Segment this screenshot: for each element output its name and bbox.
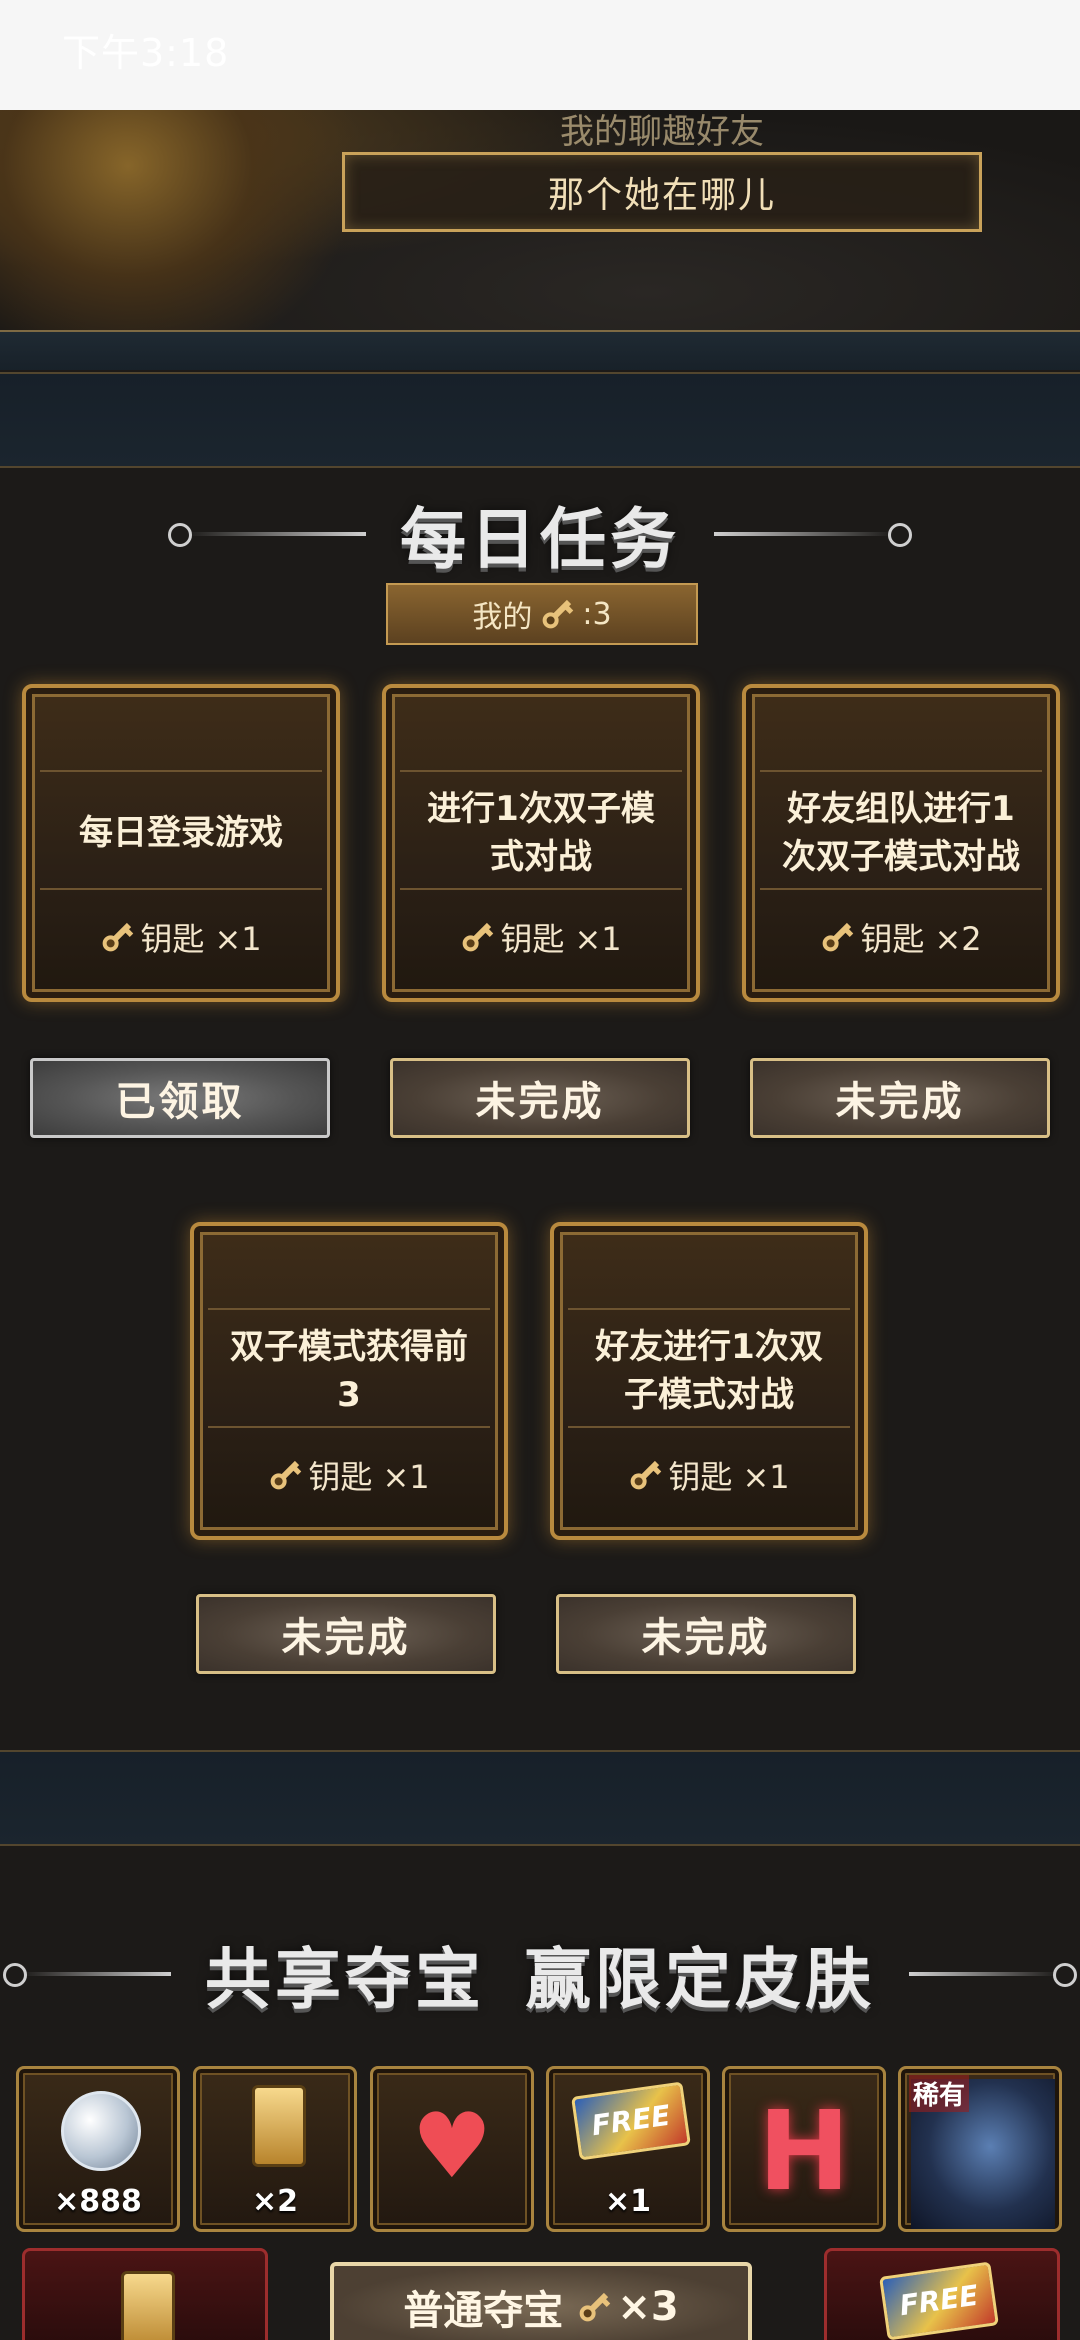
key-icon	[261, 1451, 309, 1499]
daily-title-row: 每日任务	[0, 486, 1080, 582]
task-claimed-button[interactable]: 已领取	[30, 1058, 330, 1138]
my-keys-label: 我的	[472, 600, 533, 635]
normal-treasure-cost: ×3	[617, 2284, 679, 2330]
normal-treasure-label: 普通夺宝	[403, 2288, 564, 2334]
rare-badge: 稀有	[909, 2075, 970, 2112]
prize-slot: ♥	[370, 2066, 534, 2232]
task-reward: 钥匙 ×1	[400, 888, 682, 984]
task-card: 好友组队进行1次双子模式对战 钥匙 ×2	[742, 684, 1060, 1002]
task-incomplete-button[interactable]: 未完成	[556, 1594, 856, 1674]
daily-task-title: 每日任务	[400, 501, 680, 578]
prize-slot: 稀有	[898, 2066, 1062, 2232]
task-reward: 钥匙 ×1	[208, 1426, 490, 1522]
task-text: 好友进行1次双子模式对战	[595, 1327, 823, 1415]
prize-slot: H	[722, 2066, 886, 2232]
prize-slot: FREE ×1	[546, 2066, 710, 2232]
task-card: 好友进行1次双子模式对战 钥匙 ×1	[550, 1222, 868, 1540]
key-icon	[570, 2283, 618, 2331]
task-text: 进行1次双子模式对战	[427, 789, 655, 877]
task-reward: 钥匙 ×2	[760, 888, 1042, 984]
task-reward: 钥匙 ×1	[568, 1426, 850, 1522]
prize-slot: ×888	[16, 2066, 180, 2232]
task-text: 双子模式获得前3	[230, 1327, 468, 1415]
gold-card-icon	[121, 2271, 175, 2340]
free-ticket-icon: FREE	[571, 2081, 691, 2161]
task-text: 每日登录游戏	[79, 813, 283, 853]
hero-banner: 我的聊趣好友 那个她在哪儿	[0, 110, 1080, 370]
prize-count: ×2	[251, 2184, 298, 2219]
prize-box-right[interactable]: FREE	[824, 2248, 1060, 2340]
hero-subtitle: 我的聊趣好友	[560, 112, 764, 152]
task-incomplete-button[interactable]: 未完成	[750, 1058, 1050, 1138]
status-bar: 下午3:18	[0, 0, 1080, 110]
prize-slot: ×2	[193, 2066, 357, 2232]
task-card: 进行1次双子模式对战 钥匙 ×1	[382, 684, 700, 1002]
title-deco-left	[168, 523, 366, 547]
task-text: 好友组队进行1次双子模式对战	[782, 789, 1020, 877]
status-time: 下午3:18	[62, 31, 230, 75]
hero-bottom-plate	[0, 330, 1080, 370]
my-keys-badge: 我的 :3	[386, 583, 698, 645]
treasure-title-row: 共享夺宝 赢限定皮肤	[0, 1926, 1080, 2022]
treasure-title-right: 赢限定皮肤	[525, 1941, 875, 2018]
my-keys-count: :3	[582, 596, 612, 632]
task-card: 每日登录游戏 钥匙 ×1	[22, 684, 340, 1002]
task-incomplete-button[interactable]: 未完成	[196, 1594, 496, 1674]
title-deco-left	[3, 1963, 171, 1987]
silver-coin-icon	[61, 2091, 141, 2171]
task-reward: 钥匙 ×1	[40, 888, 322, 984]
where-is-she-button[interactable]: 那个她在哪儿	[342, 152, 982, 232]
section-divider	[0, 1750, 1080, 1846]
prize-count: ×888	[54, 2184, 142, 2219]
task-card: 双子模式获得前3 钥匙 ×1	[190, 1222, 508, 1540]
heart-icon: ♥	[411, 2094, 493, 2199]
section-divider	[0, 372, 1080, 468]
key-icon	[453, 913, 501, 961]
title-deco-right	[714, 523, 912, 547]
prize-count: ×1	[604, 2184, 651, 2219]
task-incomplete-button[interactable]: 未完成	[390, 1058, 690, 1138]
letter-h-icon: H	[757, 2087, 851, 2215]
normal-treasure-button[interactable]: 普通夺宝 ×3	[330, 2262, 752, 2340]
free-ticket-icon: FREE	[879, 2261, 999, 2340]
key-icon	[93, 913, 141, 961]
prize-box-left[interactable]	[22, 2248, 268, 2340]
gold-card-icon	[252, 2085, 306, 2167]
key-icon	[533, 590, 581, 638]
treasure-title-left: 共享夺宝	[205, 1941, 485, 2018]
key-icon	[813, 913, 861, 961]
title-deco-right	[909, 1963, 1077, 1987]
key-icon	[621, 1451, 669, 1499]
